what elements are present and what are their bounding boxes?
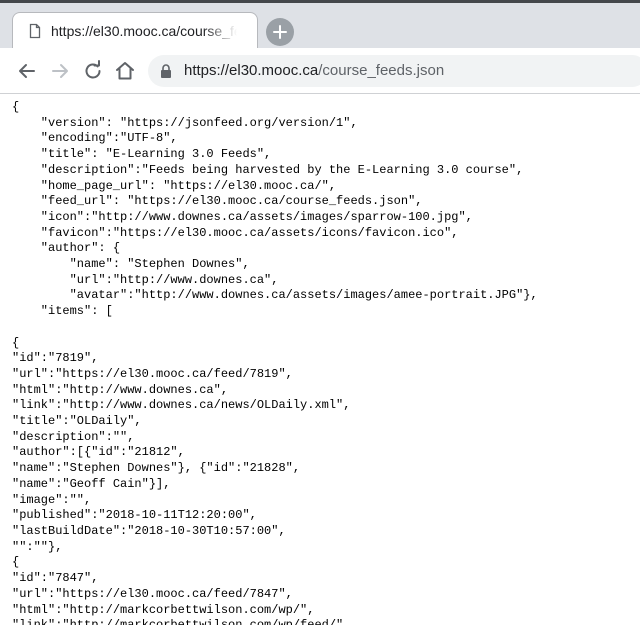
json-line: "icon":"http://www.downes.ca/assets/imag… [12,209,473,224]
json-line: "encoding":"UTF-8", [12,131,178,146]
json-line: "author": { [12,241,121,256]
browser-toolbar: https://el30.mooc.ca/course_feeds.json [0,48,640,94]
json-line: "html":"http://www.downes.ca", [12,382,229,397]
url-host: https://el30.mooc.ca [184,62,319,79]
json-line: "link":"http://markcorbettwilson.com/wp/… [12,618,350,625]
json-line: "version": "https://jsonfeed.org/version… [12,115,358,130]
json-line: "name": "Stephen Downes", [12,257,250,272]
json-line: "link":"http://www.downes.ca/news/OLDail… [12,398,351,413]
url-path: /course_feeds.json [318,62,445,79]
json-line: "items": [ [12,304,113,319]
json-line: "name":"Geoff Cain"}], [12,476,171,491]
lock-icon[interactable] [160,64,172,78]
home-icon [116,62,134,80]
json-line: { [12,555,20,570]
json-line: { [12,335,20,350]
json-line: "description":"Feeds being harvested by … [12,162,524,177]
json-line: "image":"", [12,492,92,507]
reload-button[interactable] [81,59,105,83]
window-frame-top [0,0,640,3]
plus-icon [273,25,287,39]
json-line: "description":"", [12,429,135,444]
json-line: "url":"http://www.downes.ca", [12,272,279,287]
home-button[interactable] [113,59,137,83]
json-line: "html":"http://markcorbettwilson.com/wp/… [12,602,315,617]
new-tab-button[interactable] [266,18,294,46]
json-source-text: { "version": "https://jsonfeed.org/versi… [12,100,538,625]
address-bar[interactable]: https://el30.mooc.ca/course_feeds.json [148,55,640,87]
tab-strip: https://el30.mooc.ca/course_feeds.json [0,0,640,48]
json-line: "feed_url": "https://el30.mooc.ca/course… [12,194,423,209]
arrow-right-icon [52,64,68,78]
back-button[interactable] [15,59,39,83]
document-icon [29,23,41,39]
forward-button[interactable] [48,59,72,83]
page-content: { "version": "https://jsonfeed.org/versi… [0,95,640,625]
json-line: "lastBuildDate":"2018-10-30T10:57:00", [12,523,286,538]
json-line: "author":[{"id":"21812", [12,445,185,460]
json-line: "":""}, [12,539,63,554]
browser-tab[interactable]: https://el30.mooc.ca/course_feeds.json [12,12,258,48]
tab-title-fade [203,19,243,43]
json-line: "url":"https://el30.mooc.ca/feed/7847", [12,586,293,601]
json-line: "id":"7847", [12,571,99,586]
json-line: "title":"OLDaily", [12,414,142,429]
json-line: "id":"7819", [12,351,99,366]
json-line: "url":"https://el30.mooc.ca/feed/7819", [12,366,293,381]
json-line: "avatar":"http://www.downes.ca/assets/im… [12,288,538,303]
json-line: "title": "E-Learning 3.0 Feeds", [12,147,272,162]
reload-icon [85,60,101,79]
json-line: "home_page_url": "https://el30.mooc.ca/"… [12,178,337,193]
arrow-left-icon [19,64,35,78]
url-text[interactable]: https://el30.mooc.ca/course_feeds.json [184,62,444,80]
json-line: "favicon":"https://el30.mooc.ca/assets/i… [12,225,459,240]
json-line: "name":"Stephen Downes"}, {"id":"21828", [12,461,301,476]
json-line: "published":"2018-10-11T12:20:00", [12,508,257,523]
json-line: { [12,100,20,114]
